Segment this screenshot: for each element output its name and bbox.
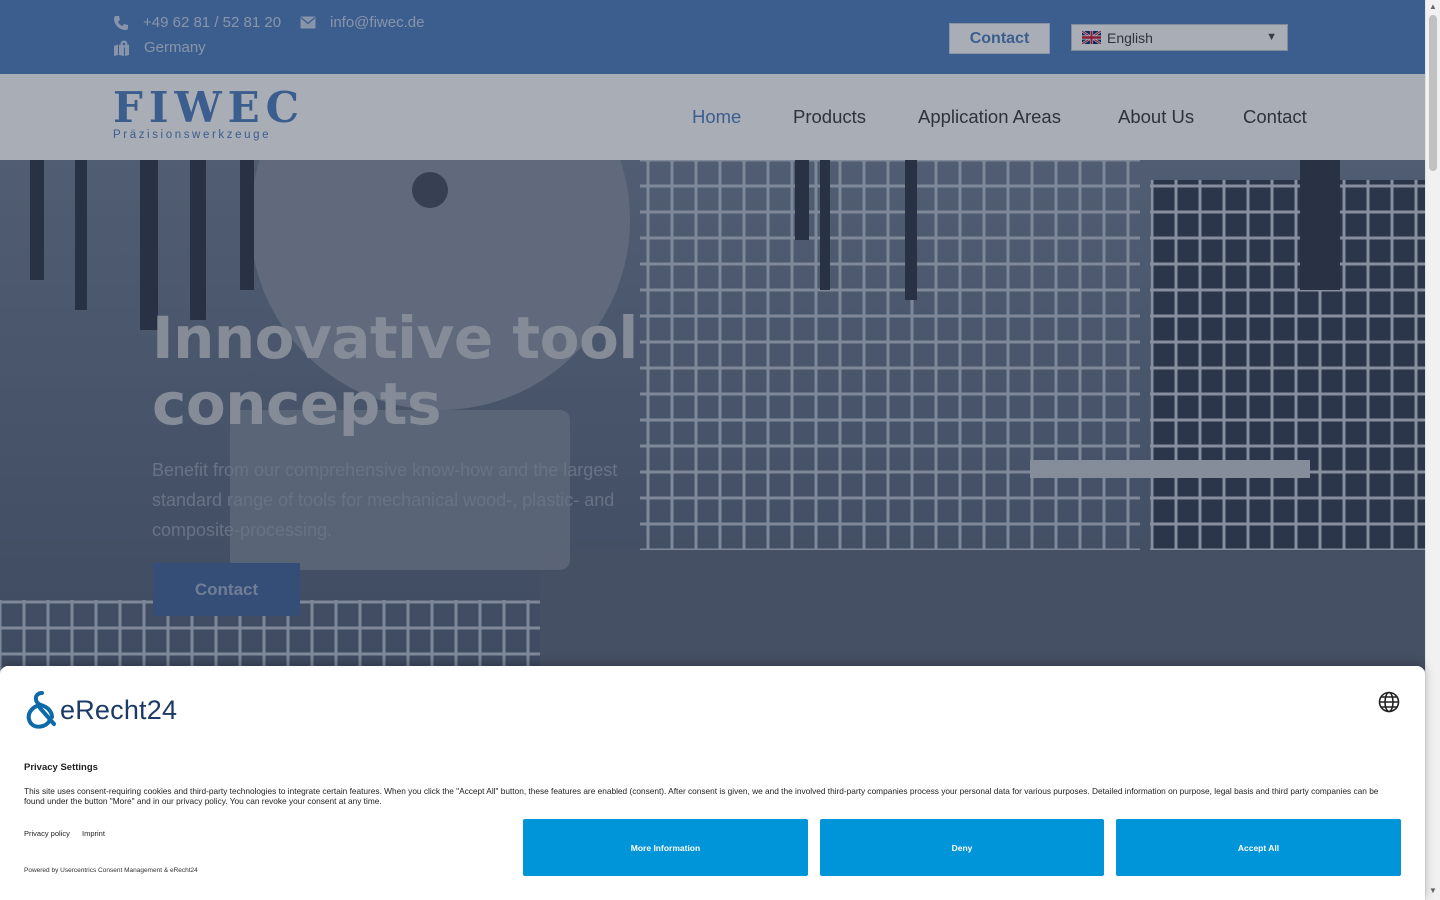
globe-icon[interactable] [1378,691,1400,713]
nav-item-products[interactable]: Products [793,106,866,128]
imprint-link[interactable]: Imprint [82,829,105,838]
country-label: Germany [144,39,206,56]
erecht24-logo-icon [26,691,56,729]
nav-item-about-us[interactable]: About Us [1118,106,1194,128]
location: Germany [113,39,206,56]
scroll-up-arrow-icon[interactable]: ▲ [1429,2,1437,11]
hero-description: Benefit from our comprehensive know-how … [152,460,618,540]
more-information-button[interactable]: More Information [523,819,808,876]
email-contact[interactable]: info@fiwec.de [300,14,424,31]
nav-item-home[interactable]: Home [692,106,741,128]
hero-title: Innovative tool concepts [152,304,638,438]
phone-contact[interactable]: +49 62 81 / 52 81 20 [113,14,281,31]
erecht24-logo: eRecht24 [24,690,177,730]
phone-icon [114,15,128,30]
logo[interactable]: FIWEC Präzisionswerkzeuge [113,83,306,142]
brand-name: eRecht24 [60,694,178,725]
top-bar: +49 62 81 / 52 81 20 info@fiwec.de Germa… [0,0,1425,74]
page-scrollbar[interactable]: ▲ ▼ [1425,0,1440,900]
phone-number: +49 62 81 / 52 81 20 [143,14,282,31]
envelope-icon [300,16,316,29]
top-contact-button[interactable]: Contact [949,23,1050,54]
nav-item-application-areas[interactable]: Application Areas [918,106,1061,128]
language-select[interactable]: English ▼ [1071,24,1288,51]
chevron-down-icon: ▼ [1266,31,1277,43]
logo-title: FIWEC [113,83,306,132]
hero-section: Innovative tool concepts Benefit from ou… [0,160,1425,670]
nav-item-contact[interactable]: Contact [1243,106,1307,128]
consent-description: This site uses consent-requiring cookies… [24,786,1379,806]
consent-heading: Privacy Settings [24,762,98,773]
accept-all-button[interactable]: Accept All [1116,819,1401,876]
email-address: info@fiwec.de [330,14,425,31]
cookie-consent-banner: eRecht24 Privacy Settings This site uses… [0,666,1425,900]
uk-flag-icon [1082,31,1101,44]
language-label: English [1107,29,1153,46]
scroll-down-arrow-icon[interactable]: ▼ [1429,886,1437,895]
hero-contact-button[interactable]: Contact [153,563,300,616]
main-navigation: FIWEC Präzisionswerkzeuge Home Products … [0,74,1425,160]
map-marker-icon [114,40,129,56]
privacy-policy-link[interactable]: Privacy policy [24,829,70,838]
deny-button[interactable]: Deny [820,819,1104,876]
scrollbar-thumb[interactable] [1429,15,1437,171]
powered-by-text: Powered by Usercentrics Consent Manageme… [24,867,198,874]
